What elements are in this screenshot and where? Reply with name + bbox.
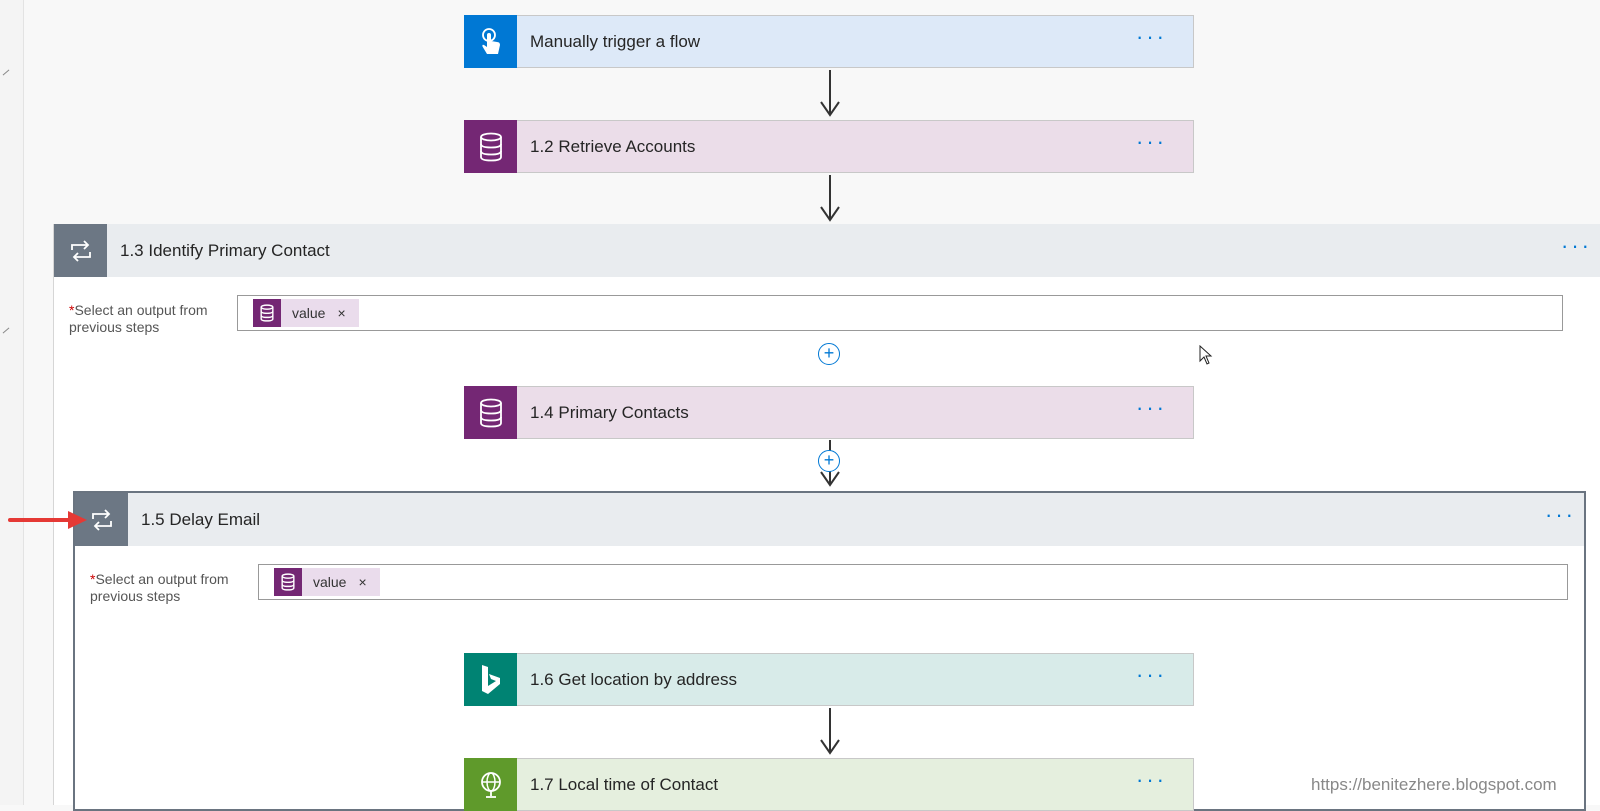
database-icon — [274, 568, 302, 596]
edge-tick — [2, 69, 10, 76]
trigger-card[interactable]: Manually trigger a flow ··· — [464, 15, 1194, 68]
get-location-menu-button[interactable]: ··· — [1136, 663, 1167, 686]
add-step-button[interactable]: + — [818, 450, 840, 472]
watermark: https://benitezhere.blogspot.com — [1311, 775, 1557, 794]
local-time-title: 1.7 Local time of Contact — [530, 774, 719, 794]
primary-contacts-menu-button[interactable]: ··· — [1136, 396, 1167, 419]
annotation-arrow-icon — [8, 511, 87, 529]
globe-icon — [464, 758, 517, 811]
value-token: value × — [253, 299, 359, 327]
primary-contacts-card[interactable]: 1.4 Primary Contacts ··· — [464, 386, 1194, 439]
identify-output-field[interactable]: value × — [237, 295, 1563, 331]
retrieve-accounts-menu-button[interactable]: ··· — [1136, 130, 1167, 153]
bing-icon — [464, 653, 517, 706]
primary-contacts-title: 1.4 Primary Contacts — [530, 402, 689, 422]
trigger-menu-button[interactable]: ··· — [1136, 25, 1167, 48]
connector-arrow — [820, 70, 840, 118]
local-time-menu-button[interactable]: ··· — [1136, 768, 1167, 791]
left-strip — [0, 0, 24, 805]
identify-output-label: *Select an output from previous steps — [69, 302, 208, 335]
identify-primary-contact-header[interactable]: 1.3 Identify Primary Contact ··· — [54, 224, 1600, 277]
edge-tick — [2, 327, 10, 334]
connector-arrow — [820, 708, 840, 756]
database-icon — [253, 299, 281, 327]
retrieve-accounts-title: 1.2 Retrieve Accounts — [530, 136, 696, 156]
identify-primary-contact-menu-button[interactable]: ··· — [1561, 234, 1592, 257]
get-location-card[interactable]: 1.6 Get location by address ··· — [464, 653, 1194, 706]
value-token: value × — [274, 568, 380, 596]
delay-output-label: *Select an output from previous steps — [90, 571, 229, 604]
database-icon — [464, 386, 517, 439]
hand-tap-icon — [464, 15, 517, 68]
mouse-cursor-icon — [1199, 345, 1213, 365]
token-remove-button[interactable]: × — [337, 305, 345, 321]
loop-icon — [54, 224, 107, 277]
get-location-title: 1.6 Get location by address — [530, 669, 737, 689]
delay-output-field[interactable]: value × — [258, 564, 1568, 600]
token-remove-button[interactable]: × — [358, 574, 366, 590]
local-time-card[interactable]: 1.7 Local time of Contact ··· — [464, 758, 1194, 811]
token-label: value — [313, 574, 347, 590]
database-icon — [464, 120, 517, 173]
retrieve-accounts-card[interactable]: 1.2 Retrieve Accounts ··· — [464, 120, 1194, 173]
delay-email-menu-button[interactable]: ··· — [1545, 503, 1576, 526]
add-step-button[interactable]: + — [818, 343, 840, 365]
trigger-title: Manually trigger a flow — [530, 31, 701, 51]
token-label: value — [292, 305, 326, 321]
delay-email-title: 1.5 Delay Email — [141, 509, 261, 529]
identify-primary-contact-title: 1.3 Identify Primary Contact — [120, 240, 330, 260]
delay-email-header[interactable]: 1.5 Delay Email ··· — [75, 493, 1584, 546]
connector-arrow — [820, 175, 840, 223]
